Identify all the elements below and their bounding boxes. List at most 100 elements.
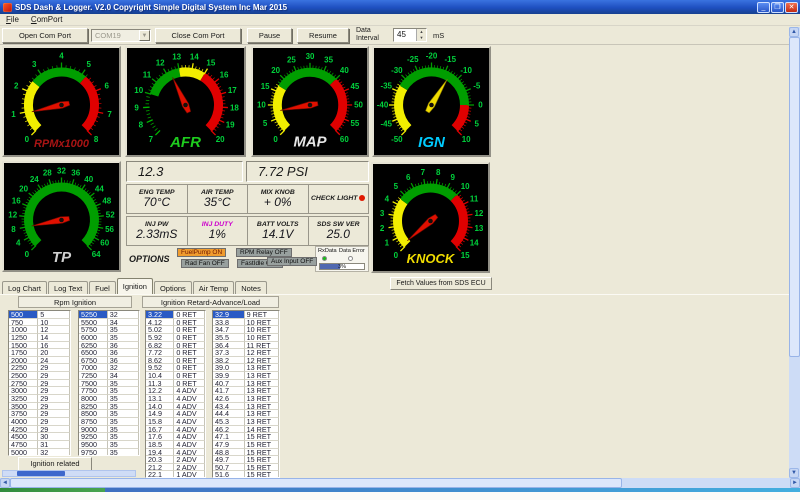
- grid-cell-value[interactable]: 35: [108, 380, 139, 388]
- grid-cell-key[interactable]: 9250: [79, 433, 108, 441]
- hscrollbar-thumb[interactable]: [10, 478, 622, 488]
- grid-cell-value[interactable]: 12 RET: [245, 357, 279, 365]
- grid-cell-key[interactable]: 38.2: [213, 357, 245, 365]
- grid-cell-value[interactable]: 35: [108, 426, 139, 434]
- grid-cell-value[interactable]: 35: [108, 403, 139, 411]
- grid-cell-key[interactable]: 48.8: [213, 449, 245, 457]
- grid-cell-key[interactable]: 6250: [79, 342, 108, 350]
- grid-cell-key[interactable]: 18.5: [146, 441, 174, 449]
- grid-cell-key[interactable]: 13.1: [146, 395, 174, 403]
- grid-cell-value[interactable]: 5: [38, 311, 70, 319]
- grid-cell-key[interactable]: 7750: [79, 387, 108, 395]
- grid-cell-value[interactable]: 2 ADV: [174, 464, 205, 472]
- tab-log-text[interactable]: Log Text: [48, 281, 88, 295]
- grid-cell-value[interactable]: 35: [108, 441, 139, 449]
- grid-cell-value[interactable]: 14: [38, 334, 70, 342]
- grid-cell-value[interactable]: 0 RET: [174, 334, 205, 342]
- grid-cell-value[interactable]: 0 RET: [174, 342, 205, 350]
- grid-cell-value[interactable]: 15 RET: [245, 464, 279, 472]
- grid-cell-key[interactable]: 2000: [9, 357, 38, 365]
- grid-cell-key[interactable]: 44.4: [213, 410, 245, 418]
- grid-cell-key[interactable]: 3.22: [146, 311, 174, 319]
- grid-cell-key[interactable]: 12.2: [146, 387, 174, 395]
- grid-cell-key[interactable]: 6000: [79, 334, 108, 342]
- grid-cell-key[interactable]: 4250: [9, 426, 38, 434]
- pause-button[interactable]: Pause: [247, 28, 292, 43]
- grid-cell-value[interactable]: 0 RET: [174, 372, 205, 380]
- grid-cell-value[interactable]: 35: [108, 326, 139, 334]
- grid-cell-value[interactable]: 35: [108, 395, 139, 403]
- grid-cell-key[interactable]: 1750: [9, 349, 38, 357]
- grid-cell-value[interactable]: 32: [38, 449, 70, 456]
- tab-fuel[interactable]: Fuel: [89, 281, 116, 295]
- form-horizontal-scrollbar[interactable]: ◄ ►: [0, 478, 800, 488]
- grid-cell-value[interactable]: 15 RET: [245, 449, 279, 457]
- grid-cell-key[interactable]: 3250: [9, 395, 38, 403]
- tab-options[interactable]: Options: [154, 281, 192, 295]
- spinner-arrows-icon[interactable]: ▲▼: [416, 29, 426, 41]
- grid-cell-key[interactable]: 36.4: [213, 342, 245, 350]
- grid-cell-value[interactable]: 35: [108, 433, 139, 441]
- grid-cell-key[interactable]: 47.9: [213, 441, 245, 449]
- scroll-left-arrow-icon[interactable]: ◄: [0, 478, 10, 488]
- grid-scrollbar-thumb[interactable]: [17, 471, 65, 476]
- grid-horizontal-scrollbar[interactable]: [2, 470, 136, 477]
- grid-cell-value[interactable]: 4 ADV: [174, 395, 205, 403]
- fetch-values-button[interactable]: Fetch Values from SDS ECU: [390, 277, 492, 290]
- grid-cell-value[interactable]: 36: [108, 342, 139, 350]
- grid-cell-value[interactable]: 0 RET: [174, 364, 205, 372]
- grid-cell-key[interactable]: 42.6: [213, 395, 245, 403]
- open-com-port-button[interactable]: Open Com Port: [2, 28, 88, 43]
- grid-cell-value[interactable]: 35: [108, 387, 139, 395]
- grid-cell-value[interactable]: 29: [38, 418, 70, 426]
- grid-cell-key[interactable]: 46.2: [213, 426, 245, 434]
- grid-cell-value[interactable]: 4 ADV: [174, 449, 205, 457]
- grid-cell-value[interactable]: 13 RET: [245, 387, 279, 395]
- ignition-related-button[interactable]: Ignition related: [18, 457, 92, 471]
- grid-cell-value[interactable]: 24: [38, 357, 70, 365]
- grid-cell-key[interactable]: 7.72: [146, 349, 174, 357]
- scroll-up-arrow-icon[interactable]: ▲: [789, 27, 799, 37]
- grid-cell-key[interactable]: 5750: [79, 326, 108, 334]
- grid-cell-key[interactable]: 40.7: [213, 380, 245, 388]
- grid-cell-value[interactable]: 14 RET: [245, 426, 279, 434]
- grid-cell-value[interactable]: 0 RET: [174, 357, 205, 365]
- tab-notes[interactable]: Notes: [235, 281, 267, 295]
- grid-cell-key[interactable]: 43.4: [213, 403, 245, 411]
- grid-cell-value[interactable]: 32: [108, 364, 139, 372]
- menu-comport[interactable]: ComPort: [25, 15, 69, 24]
- menu-file[interactable]: File: [0, 15, 25, 24]
- grid-cell-key[interactable]: 11.3: [146, 380, 174, 388]
- grid-cell-key[interactable]: 34.7: [213, 326, 245, 334]
- grid-cell-value[interactable]: 29: [38, 372, 70, 380]
- grid-cell-key[interactable]: 9750: [79, 449, 108, 456]
- grid-cell-key[interactable]: 39.9: [213, 372, 245, 380]
- grid-cell-value[interactable]: 29: [38, 426, 70, 434]
- grid-cell-value[interactable]: 35: [108, 449, 139, 456]
- grid-cell-value[interactable]: 31: [38, 441, 70, 449]
- grid-cell-key[interactable]: 4750: [9, 441, 38, 449]
- grid-cell-key[interactable]: 9.52: [146, 364, 174, 372]
- grid-cell-value[interactable]: 34: [108, 372, 139, 380]
- grid-cell-value[interactable]: 29: [38, 403, 70, 411]
- grid-cell-key[interactable]: 14.9: [146, 410, 174, 418]
- grid-cell-value[interactable]: 10 RET: [245, 326, 279, 334]
- grid-cell-key[interactable]: 8750: [79, 418, 108, 426]
- grid-cell-value[interactable]: 12 RET: [245, 349, 279, 357]
- grid-cell-key[interactable]: 35.5: [213, 334, 245, 342]
- grid-cell-value[interactable]: 4 ADV: [174, 387, 205, 395]
- grid-cell-key[interactable]: 50.7: [213, 464, 245, 472]
- grid-cell-value[interactable]: 13 RET: [245, 380, 279, 388]
- grid-cell-key[interactable]: 10.4: [146, 372, 174, 380]
- grid-cell-key[interactable]: 39.0: [213, 364, 245, 372]
- grid-cell-key[interactable]: 6500: [79, 349, 108, 357]
- grid-cell-value[interactable]: 4 ADV: [174, 410, 205, 418]
- grid-cell-value[interactable]: 12: [38, 326, 70, 334]
- com-port-combobox[interactable]: COM19 ▼: [91, 29, 151, 42]
- grid-cell-value[interactable]: 0 RET: [174, 326, 205, 334]
- vscrollbar-thumb[interactable]: [789, 37, 800, 357]
- grid-cell-key[interactable]: 4000: [9, 418, 38, 426]
- grid-cell-value[interactable]: 11 RET: [245, 342, 279, 350]
- grid-cell-key[interactable]: 33.8: [213, 319, 245, 327]
- grid-cell-key[interactable]: 7000: [79, 364, 108, 372]
